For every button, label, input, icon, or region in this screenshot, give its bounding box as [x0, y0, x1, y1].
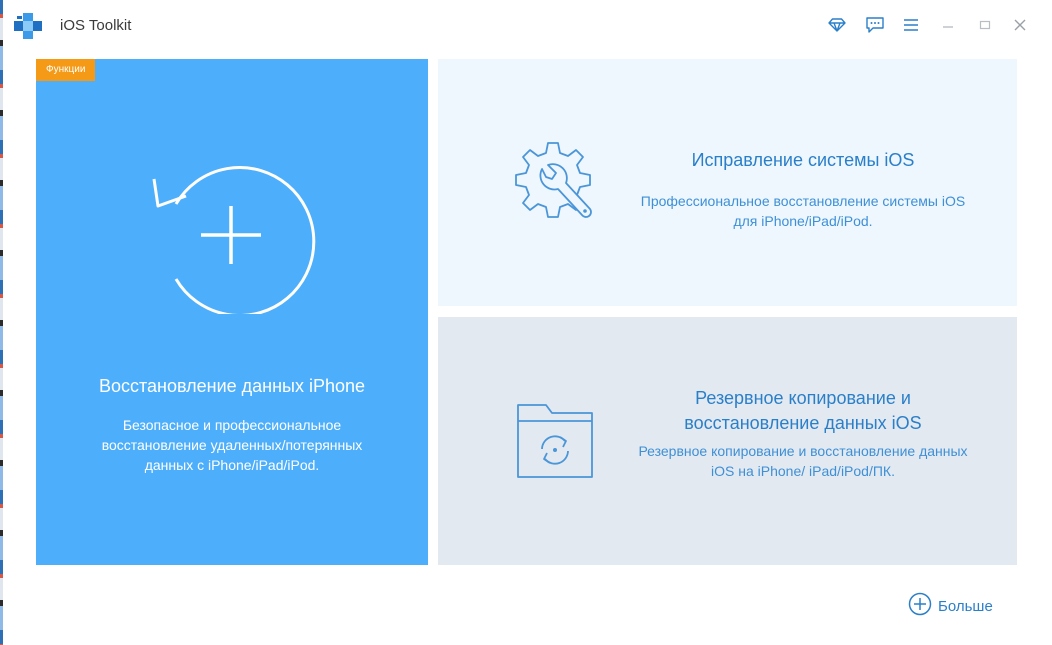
iphone-data-recovery-card[interactable]: Функции Восстановление данных iPhone Без…	[36, 59, 428, 565]
app-logo-icon	[14, 13, 42, 39]
plus-circle-icon	[908, 592, 932, 621]
app-title: iOS Toolkit	[60, 17, 132, 34]
card-title: Исправление системы iOS	[691, 150, 915, 170]
card-title: Резервное копирование и восстановление д…	[684, 388, 922, 433]
restore-plus-icon	[146, 154, 316, 317]
feedback-icon[interactable]	[864, 14, 886, 36]
ios-system-repair-card[interactable]: Исправление системы iOS Профессиональное…	[438, 59, 1017, 306]
close-icon[interactable]	[1009, 14, 1031, 36]
card-title: Восстановление данных iPhone	[98, 376, 366, 396]
title-bar: iOS Toolkit	[3, 0, 1052, 52]
minimize-icon[interactable]	[937, 14, 959, 36]
more-label: Больше	[938, 597, 993, 615]
maximize-icon[interactable]	[974, 14, 996, 36]
more-button[interactable]: Больше	[908, 592, 993, 621]
features-badge: Функции	[36, 59, 96, 81]
card-description: Профессиональное восстановление системы …	[640, 193, 966, 229]
folder-sync-icon	[516, 401, 594, 479]
card-description: Безопасное и профессиональное восстановл…	[101, 417, 363, 473]
desktop-edge	[0, 0, 3, 645]
diamond-icon[interactable]	[826, 14, 848, 36]
menu-icon[interactable]	[900, 14, 922, 36]
card-description: Резервное копирование и восстановление д…	[638, 443, 968, 479]
gear-wrench-icon	[510, 139, 600, 227]
ios-backup-restore-card[interactable]: Резервное копирование и восстановление д…	[438, 317, 1017, 565]
